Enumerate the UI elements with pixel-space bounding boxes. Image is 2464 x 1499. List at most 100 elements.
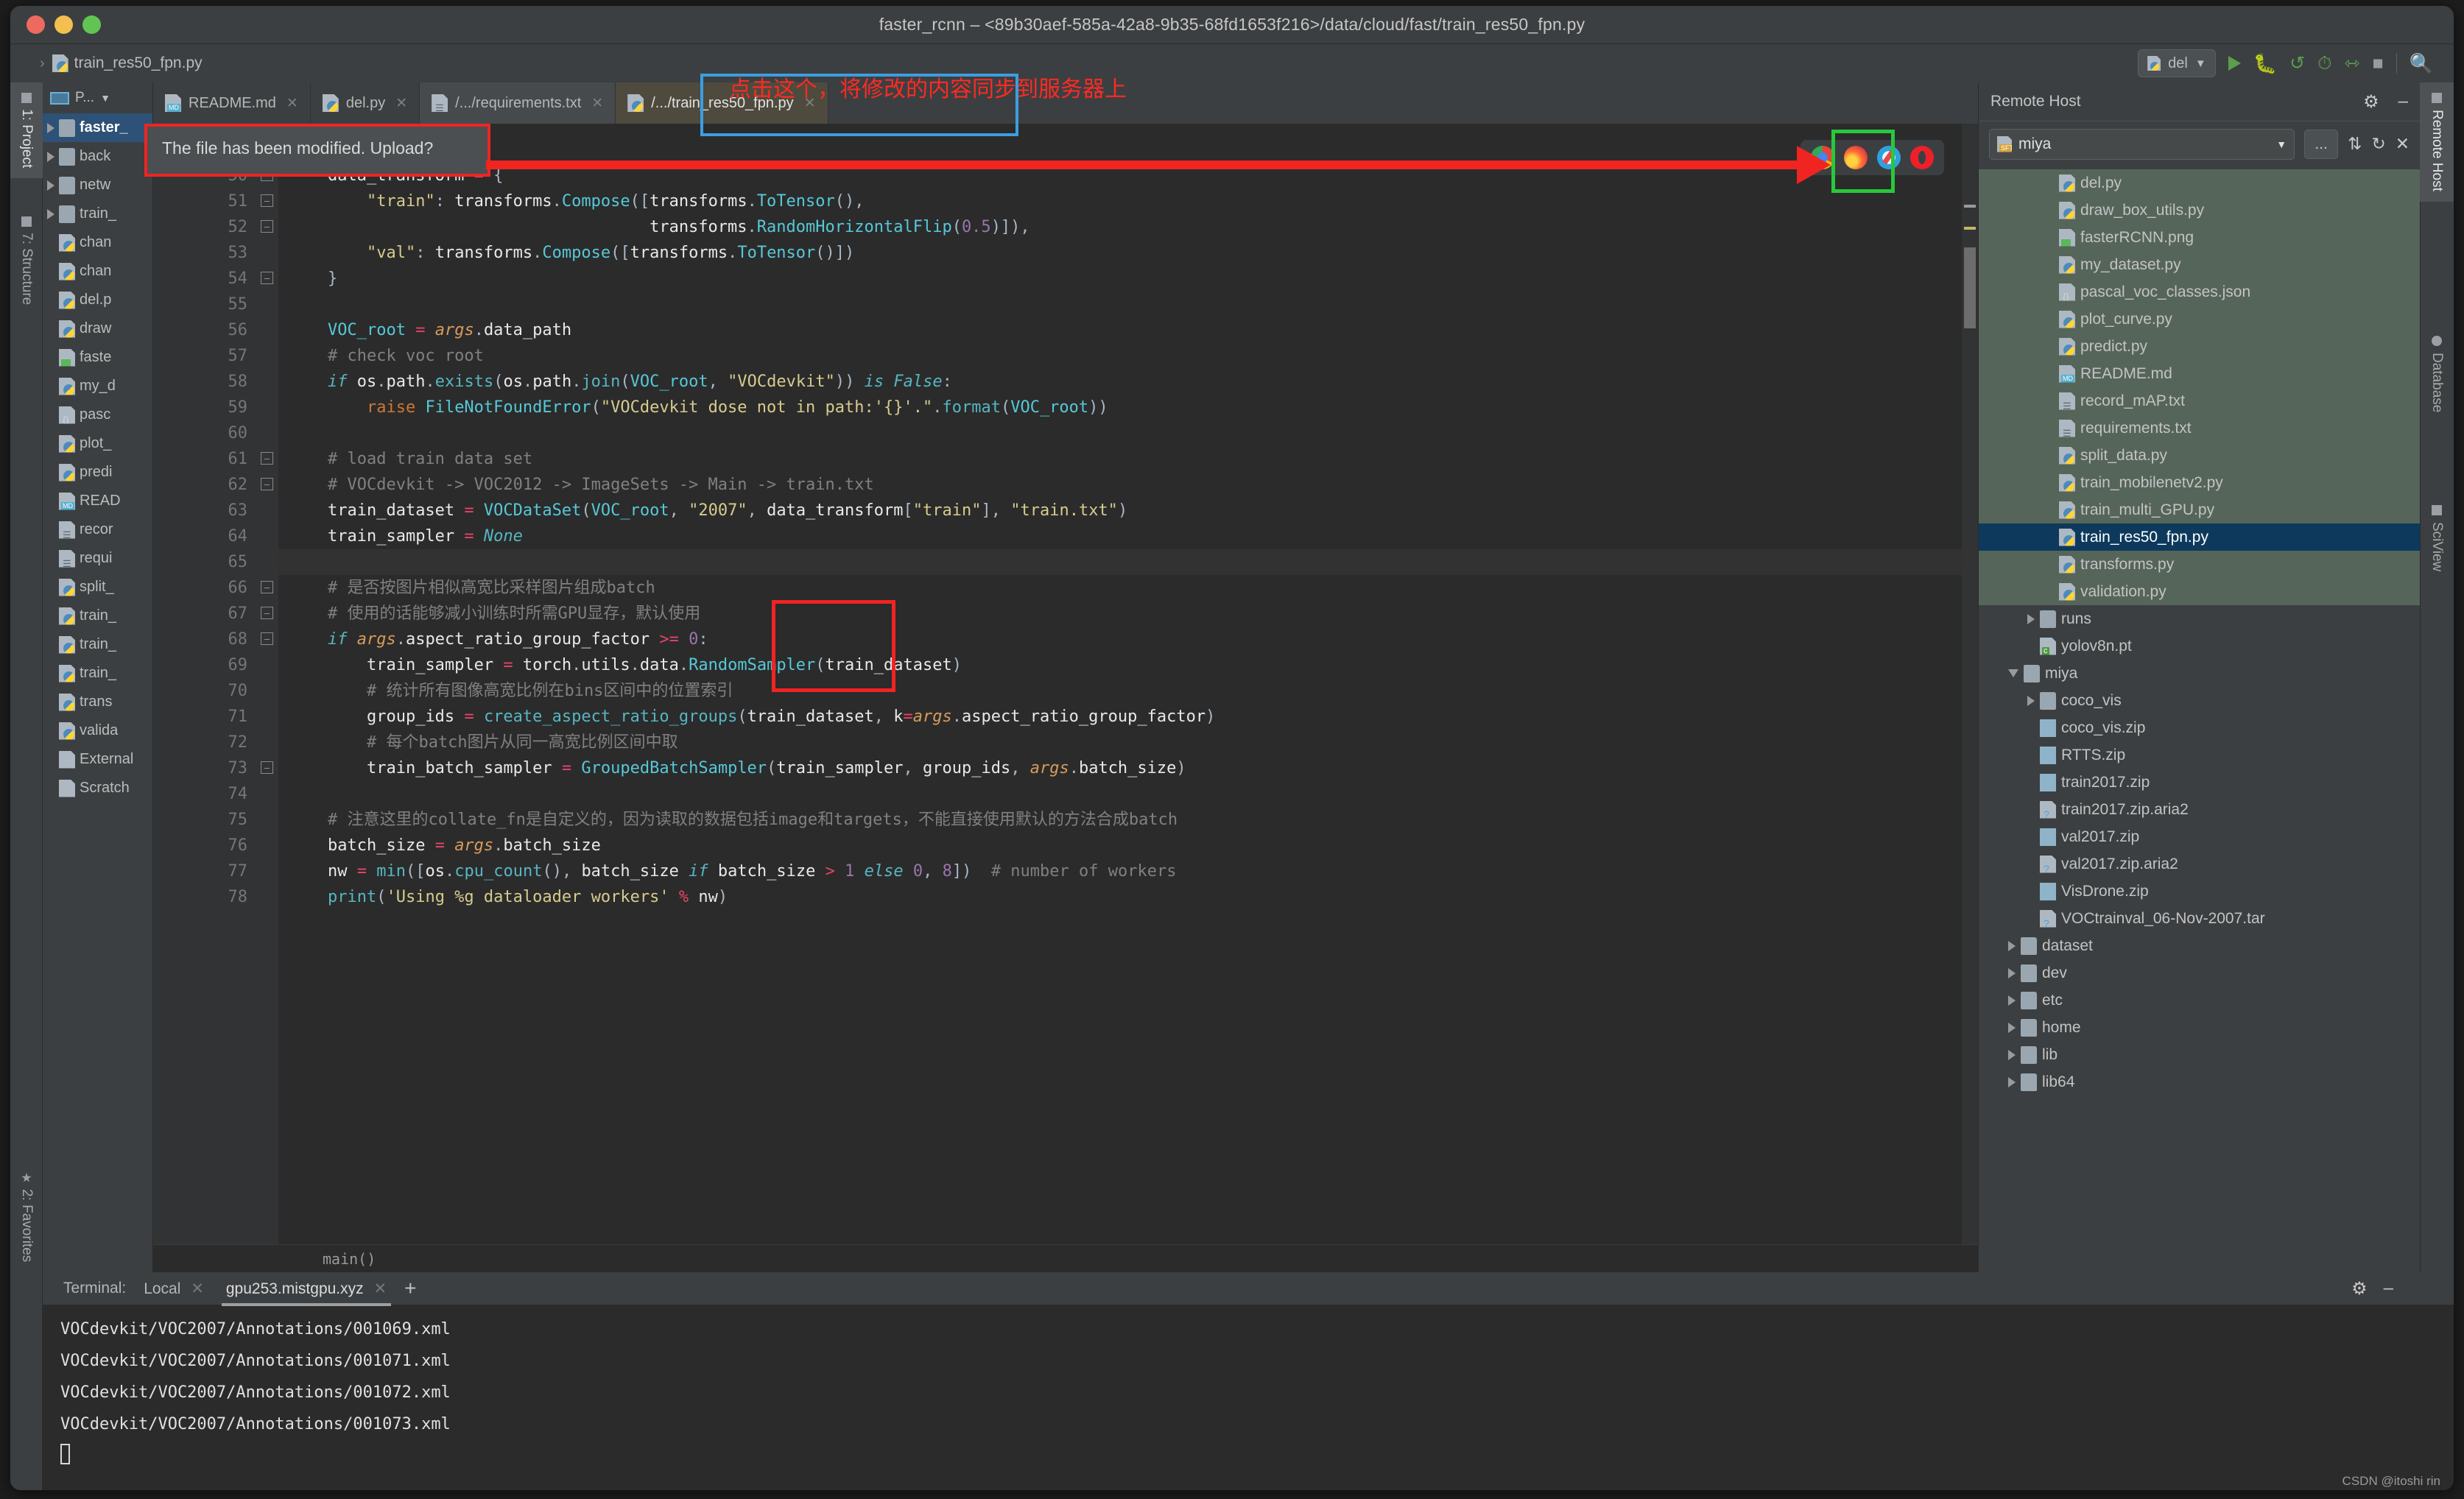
project-tree-item[interactable]: back xyxy=(43,142,152,171)
browser-preview-bar[interactable] xyxy=(1801,140,1944,175)
code-line[interactable]: "train": transforms.Compose([transforms.… xyxy=(278,188,1962,214)
code-line[interactable]: train_sampler = None xyxy=(278,523,1962,549)
fold-marker[interactable] xyxy=(258,292,278,317)
remote-tree-item[interactable]: VisDrone.zip xyxy=(1979,878,2420,905)
project-tree-item[interactable]: ☰ recor xyxy=(43,515,152,544)
close-icon[interactable]: ✕ xyxy=(286,95,298,112)
remote-tree-item[interactable]: c yolov8n.pt xyxy=(1979,632,2420,660)
remote-tree-item[interactable]: fasterRCNN.png xyxy=(1979,224,2420,251)
remote-tree-item[interactable]: train_multi_GPU.py xyxy=(1979,496,2420,523)
editor-tab[interactable]: del.py ✕ xyxy=(311,82,420,124)
project-tree-item[interactable]: trans xyxy=(43,688,152,716)
code-line[interactable] xyxy=(278,549,1962,575)
code-line[interactable]: # 每个batch图片从同一高宽比例区间中取 xyxy=(278,730,1962,755)
editor-tab[interactable]: /.../train_res50_fpn.py ✕ xyxy=(616,82,828,124)
chevron-right-icon[interactable] xyxy=(47,180,54,191)
run-with-params-icon[interactable]: ⇿ xyxy=(2345,52,2360,74)
more-options-button[interactable]: ... xyxy=(2304,129,2339,159)
fold-marker[interactable]: – xyxy=(258,188,278,214)
code-line[interactable]: data_transform = { xyxy=(278,163,1962,188)
code-line[interactable]: VOC_root = args.data_path xyxy=(278,317,1962,343)
code-line[interactable]: train_dataset = VOCDataSet(VOC_root, "20… xyxy=(278,498,1962,523)
fold-marker[interactable]: – xyxy=(258,755,278,781)
stop-icon[interactable]: ■ xyxy=(2373,53,2384,74)
remote-tree-item[interactable]: del.py xyxy=(1979,169,2420,197)
fold-marker[interactable] xyxy=(258,730,278,755)
fold-marker[interactable] xyxy=(258,240,278,266)
fold-marker[interactable] xyxy=(258,343,278,369)
remote-tree-item[interactable]: predict.py xyxy=(1979,333,2420,360)
chevron-right-icon[interactable] xyxy=(2008,1022,2016,1033)
project-tree-item[interactable]: netw xyxy=(43,171,152,200)
chevron-right-icon[interactable] xyxy=(2027,613,2035,624)
terminal-actions[interactable]: ⚙ – xyxy=(2351,1278,2393,1299)
fold-marker[interactable]: – xyxy=(258,601,278,627)
project-tree-item[interactable]: train_ xyxy=(43,200,152,228)
remote-tree-item[interactable]: coco_vis xyxy=(1979,687,2420,714)
fold-marker[interactable] xyxy=(258,498,278,523)
remote-tree-item[interactable]: etc xyxy=(1979,987,2420,1014)
code-line[interactable]: nw = min([os.cpu_count(), batch_size if … xyxy=(278,858,1962,884)
close-icon[interactable]: ✕ xyxy=(373,1280,387,1297)
remote-tree-item[interactable]: lib64 xyxy=(1979,1068,2420,1096)
firefox-icon[interactable] xyxy=(1844,146,1868,169)
remote-tree-item[interactable]: ? val2017.zip.aria2 xyxy=(1979,850,2420,878)
remote-tree-item[interactable]: dev xyxy=(1979,959,2420,987)
project-tree-item[interactable]: train_ xyxy=(43,602,152,630)
code-line[interactable]: if os.path.exists(os.path.join(VOC_root,… xyxy=(278,369,1962,395)
new-terminal-button[interactable]: + xyxy=(404,1277,416,1300)
code-editor[interactable]: data_transform = { "train": transforms.C… xyxy=(278,124,1962,1244)
code-line[interactable]: train_sampler = torch.utils.data.RandomS… xyxy=(278,652,1962,678)
remote-file-tree[interactable]: del.py draw_box_utils.py fasterRCNN.png my_… xyxy=(1979,166,2420,1272)
project-tree-item[interactable]: del.p xyxy=(43,286,152,314)
code-line[interactable] xyxy=(278,420,1962,446)
server-select[interactable]: SFTP miya ▼ xyxy=(1989,128,2295,160)
remote-tree-item[interactable]: coco_vis.zip xyxy=(1979,714,2420,741)
remote-tree-item[interactable]: ? VOCtrainval_06-Nov-2007.tar xyxy=(1979,905,2420,932)
project-tree-item[interactable]: draw xyxy=(43,314,152,343)
code-line[interactable]: train_batch_sampler = GroupedBatchSample… xyxy=(278,755,1962,781)
fold-marker[interactable]: – xyxy=(258,575,278,601)
project-tree[interactable]: faster_ back netw train_ chan chan del.p draw fa… xyxy=(43,113,152,803)
remote-tree-item[interactable]: draw_box_utils.py xyxy=(1979,197,2420,224)
coverage-icon[interactable]: ↺ xyxy=(2289,52,2305,74)
fold-marker[interactable] xyxy=(258,523,278,549)
close-icon[interactable]: ✕ xyxy=(395,95,407,112)
code-line[interactable]: if args.aspect_ratio_group_factor >= 0: xyxy=(278,627,1962,652)
code-folding-gutter[interactable]: –––––––––– xyxy=(258,124,278,1244)
remote-tree-item[interactable]: train2017.zip xyxy=(1979,769,2420,796)
fold-marker[interactable] xyxy=(258,317,278,343)
chevron-down-icon[interactable]: ▼ xyxy=(2276,138,2287,150)
fold-marker[interactable] xyxy=(258,549,278,575)
editor-tab[interactable]: ☰ /.../requirements.txt ✕ xyxy=(420,82,616,124)
project-tree-item[interactable]: predi xyxy=(43,458,152,487)
terminal-tab-remote[interactable]: gpu253.mistgpu.xyz ✕ xyxy=(221,1280,392,1306)
project-tree-item[interactable]: External xyxy=(43,745,152,774)
remote-tree-item[interactable]: plot_curve.py xyxy=(1979,306,2420,333)
code-line[interactable]: # 注意这里的collate_fn是自定义的，因为读取的数据包括image和ta… xyxy=(278,807,1962,833)
code-line[interactable] xyxy=(278,781,1962,807)
fold-marker[interactable] xyxy=(258,781,278,807)
project-tree-item[interactable]: {} pasc xyxy=(43,401,152,429)
profile-icon[interactable]: ⏱ xyxy=(2317,53,2332,74)
fold-marker[interactable]: – xyxy=(258,214,278,240)
remote-tree-item[interactable]: ? train2017.zip.aria2 xyxy=(1979,796,2420,823)
chevron-right-icon[interactable] xyxy=(2008,1076,2016,1087)
run-icon[interactable] xyxy=(2228,56,2241,71)
project-tree-item[interactable]: train_ xyxy=(43,630,152,659)
safari-icon[interactable] xyxy=(1877,146,1901,169)
project-tree-item[interactable]: Scratch xyxy=(43,774,152,803)
chevron-down-icon[interactable]: ▼ xyxy=(100,92,110,104)
close-icon[interactable]: ✕ xyxy=(2396,134,2410,154)
debug-icon[interactable]: 🐛 xyxy=(2253,54,2277,73)
code-line[interactable]: } xyxy=(278,266,1962,292)
collapse-all-icon[interactable]: ⇅ xyxy=(2348,134,2362,154)
chevron-down-icon[interactable]: ▼ xyxy=(2195,57,2206,70)
remote-tree-item[interactable]: MD README.md xyxy=(1979,360,2420,387)
terminal-tab-local[interactable]: Local ✕ xyxy=(139,1280,208,1298)
editor-scrollbar[interactable] xyxy=(1962,124,1978,1244)
fold-marker[interactable] xyxy=(258,369,278,395)
fold-marker[interactable] xyxy=(258,884,278,910)
remote-tree-item[interactable]: my_dataset.py xyxy=(1979,251,2420,278)
fold-marker[interactable]: – xyxy=(258,266,278,292)
